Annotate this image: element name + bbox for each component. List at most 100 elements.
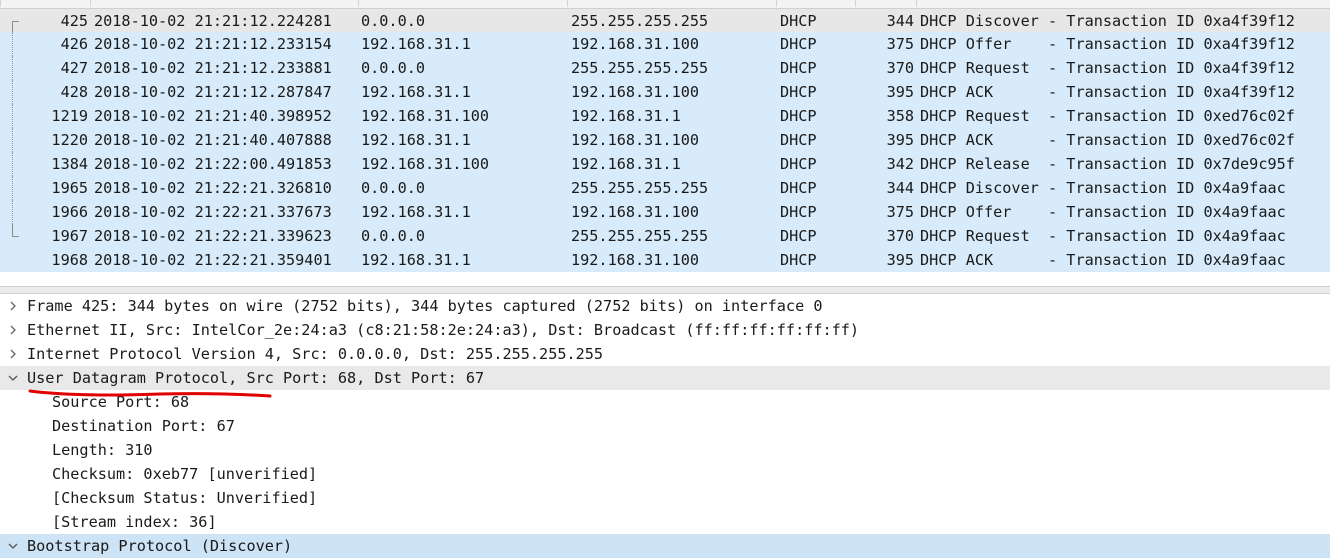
cell-source: 192.168.31.1 <box>361 251 471 269</box>
packet-details-tree[interactable]: Frame 425: 344 bytes on wire (2752 bits)… <box>0 294 1330 559</box>
column-header-length[interactable] <box>855 0 916 7</box>
packet-row[interactable]: 1219 2018-10-02 21:21:40.398952 192.168.31… <box>0 104 1330 128</box>
chevron-right-icon[interactable] <box>6 346 20 362</box>
cell-time: 2018-10-02 21:21:12.233881 <box>94 59 332 77</box>
cell-source: 192.168.31.1 <box>361 203 471 221</box>
packet-row[interactable]: 1967 2018-10-02 21:22:21.339623 0.0.0.0 255… <box>0 224 1330 248</box>
column-header-time[interactable] <box>90 0 357 7</box>
tree-node-label: Destination Port: 67 <box>52 417 235 435</box>
tree-node-label: [Stream index: 36] <box>52 513 217 531</box>
cell-time: 2018-10-02 21:22:00.491853 <box>94 155 332 173</box>
packet-row[interactable]: 1966 2018-10-02 21:22:21.337673 192.168.31… <box>0 200 1330 224</box>
cell-info: DHCP Release - Transaction ID 0x7de9c95f <box>920 155 1295 173</box>
column-header-protocol[interactable] <box>776 0 855 7</box>
cell-info: DHCP ACK - Transaction ID 0x4a9faac <box>920 251 1286 269</box>
cell-time: 2018-10-02 21:22:21.337673 <box>94 203 332 221</box>
cell-info: DHCP Request - Transaction ID 0xa4f39f12 <box>920 59 1295 77</box>
chevron-down-icon[interactable] <box>6 538 20 554</box>
cell-info: DHCP ACK - Transaction ID 0xed76c02f <box>920 131 1295 149</box>
cell-info: DHCP Request - Transaction ID 0x4a9faac <box>920 227 1286 245</box>
cell-info: DHCP Offer - Transaction ID 0x4a9faac <box>920 203 1286 221</box>
tree-field[interactable]: Destination Port: 67 <box>0 414 1330 438</box>
cell-length: 375 <box>886 35 914 53</box>
tree-node-label: Checksum: 0xeb77 [unverified] <box>52 465 318 483</box>
tree-node-label: [Checksum Status: Unverified] <box>52 489 318 507</box>
column-header-no[interactable] <box>0 0 89 7</box>
cell-info: DHCP ACK - Transaction ID 0xa4f39f12 <box>920 83 1295 101</box>
cell-destination: 192.168.31.100 <box>571 131 700 149</box>
tree-node-label: Frame 425: 344 bytes on wire (2752 bits)… <box>27 297 823 315</box>
pane-splitter[interactable] <box>0 286 1330 294</box>
packet-row[interactable]: 1220 2018-10-02 21:21:40.407888 192.168.31… <box>0 128 1330 152</box>
tree-node[interactable]: Internet Protocol Version 4, Src: 0.0.0.… <box>0 342 1330 366</box>
cell-protocol: DHCP <box>780 131 817 149</box>
cell-protocol: DHCP <box>780 83 817 101</box>
cell-destination: 255.255.255.255 <box>571 59 709 77</box>
cell-source: 192.168.31.1 <box>361 131 471 149</box>
cell-info: DHCP Offer - Transaction ID 0xa4f39f12 <box>920 35 1295 53</box>
tree-field[interactable]: Length: 310 <box>0 438 1330 462</box>
packet-row[interactable]: 426 2018-10-02 21:21:12.233154 192.168.31.… <box>0 32 1330 56</box>
tree-node-label: Length: 310 <box>52 441 153 459</box>
chevron-right-icon[interactable] <box>6 322 20 338</box>
cell-destination: 192.168.31.1 <box>571 155 681 173</box>
cell-destination: 192.168.31.100 <box>571 203 700 221</box>
packet-row[interactable]: 1384 2018-10-02 21:22:00.491853 192.168.31… <box>0 152 1330 176</box>
cell-protocol: DHCP <box>780 251 817 269</box>
tree-field[interactable]: Source Port: 68 <box>0 390 1330 414</box>
cell-length: 395 <box>886 83 914 101</box>
cell-length: 342 <box>886 155 914 173</box>
cell-source: 192.168.31.1 <box>361 83 471 101</box>
packet-row[interactable]: 427 2018-10-02 21:21:12.233881 0.0.0.0 255.… <box>0 56 1330 80</box>
chevron-right-icon[interactable] <box>6 298 20 314</box>
tree-node-label: Internet Protocol Version 4, Src: 0.0.0.… <box>27 345 604 363</box>
tree-node-label: Ethernet II, Src: IntelCor_2e:24:a3 (c8:… <box>27 321 860 339</box>
packet-row[interactable]: 425 2018-10-02 21:21:12.224281 0.0.0.0 255.… <box>0 8 1330 34</box>
cell-length: 370 <box>886 227 914 245</box>
chevron-down-icon[interactable] <box>6 370 20 386</box>
cell-time: 2018-10-02 21:21:12.287847 <box>94 83 332 101</box>
cell-info: DHCP Discover - Transaction ID 0x4a9faac <box>920 179 1286 197</box>
cell-time: 2018-10-02 21:21:12.224281 <box>94 12 332 30</box>
cell-length: 375 <box>886 203 914 221</box>
cell-source: 192.168.31.100 <box>361 107 490 125</box>
column-header-destination[interactable] <box>567 0 776 7</box>
cell-length: 358 <box>886 107 914 125</box>
packet-row[interactable]: 1968 2018-10-02 21:22:21.359401 192.168.31… <box>0 248 1330 272</box>
tree-node[interactable]: User Datagram Protocol, Src Port: 68, Ds… <box>0 366 1330 390</box>
cell-source: 0.0.0.0 <box>361 59 426 77</box>
cell-time: 2018-10-02 21:22:21.326810 <box>94 179 332 197</box>
cell-destination: 192.168.31.100 <box>571 251 700 269</box>
tree-field[interactable]: Checksum: 0xeb77 [unverified] <box>0 462 1330 486</box>
cell-time: 2018-10-02 21:21:12.233154 <box>94 35 332 53</box>
tree-node[interactable]: Bootstrap Protocol (Discover) <box>0 534 1330 558</box>
cell-protocol: DHCP <box>780 179 817 197</box>
cell-source: 192.168.31.100 <box>361 155 490 173</box>
cell-no: 1384 <box>51 155 88 173</box>
packet-list[interactable]: 425 2018-10-02 21:21:12.224281 0.0.0.0 255.… <box>0 0 1330 272</box>
cell-no: 1220 <box>51 131 88 149</box>
cell-length: 344 <box>886 12 914 30</box>
tree-node[interactable]: Frame 425: 344 bytes on wire (2752 bits)… <box>0 294 1330 318</box>
cell-destination: 192.168.31.1 <box>571 107 681 125</box>
tree-node[interactable]: Ethernet II, Src: IntelCor_2e:24:a3 (c8:… <box>0 318 1330 342</box>
column-header-info[interactable] <box>916 0 1330 7</box>
cell-info: DHCP Discover - Transaction ID 0xa4f39f1… <box>920 12 1295 30</box>
cell-no: 425 <box>60 12 88 30</box>
cell-time: 2018-10-02 21:22:21.339623 <box>94 227 332 245</box>
cell-protocol: DHCP <box>780 203 817 221</box>
column-header-source[interactable] <box>358 0 567 7</box>
cell-protocol: DHCP <box>780 107 817 125</box>
cell-destination: 192.168.31.100 <box>571 83 700 101</box>
tree-field[interactable]: [Checksum Status: Unverified] <box>0 486 1330 510</box>
cell-source: 192.168.31.1 <box>361 35 471 53</box>
cell-no: 1966 <box>51 203 88 221</box>
cell-length: 344 <box>886 179 914 197</box>
cell-time: 2018-10-02 21:21:40.398952 <box>94 107 332 125</box>
cell-time: 2018-10-02 21:21:40.407888 <box>94 131 332 149</box>
packet-row[interactable]: 428 2018-10-02 21:21:12.287847 192.168.31.… <box>0 80 1330 104</box>
tree-field[interactable]: [Stream index: 36] <box>0 510 1330 534</box>
packet-row[interactable]: 1965 2018-10-02 21:22:21.326810 0.0.0.0 255… <box>0 176 1330 200</box>
cell-length: 395 <box>886 251 914 269</box>
cell-no: 427 <box>60 59 88 77</box>
